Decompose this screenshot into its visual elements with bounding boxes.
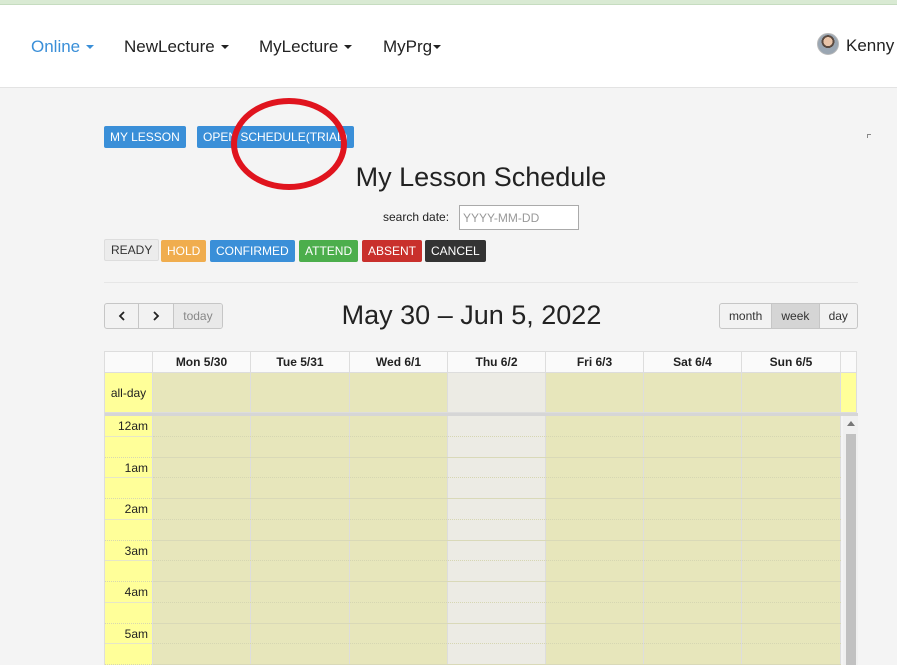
- time-axis: 12am 1am 2am 3am 4am 5am: [105, 416, 153, 665]
- time-slot-half: [105, 520, 152, 541]
- time-slot-half: [105, 644, 152, 665]
- week-calendar: Mon 5/30 Tue 5/31 Wed 6/1 Thu 6/2 Fri 6/…: [104, 351, 858, 665]
- status-absent: ABSENT: [362, 240, 423, 262]
- nav-mylecture[interactable]: MyLecture: [259, 37, 353, 57]
- slot-line: [153, 456, 841, 458]
- day-column[interactable]: [350, 416, 448, 665]
- time-slot: 3am: [105, 541, 152, 562]
- chevron-down-icon: [220, 44, 229, 49]
- all-day-cell[interactable]: [350, 373, 448, 413]
- day-header: Sat 6/4: [644, 351, 742, 373]
- view-day-button[interactable]: day: [820, 304, 857, 328]
- divider: [104, 282, 858, 283]
- time-label: 1am: [124, 460, 148, 475]
- nav-mylecture-label: MyLecture: [259, 37, 339, 56]
- header-corner: [105, 351, 153, 373]
- search-date-input[interactable]: [459, 205, 579, 230]
- all-day-label: all-day: [105, 373, 153, 413]
- slot-line: [153, 643, 841, 645]
- slot-line: [153, 539, 841, 541]
- top-navbar: Online NewLecture MyLecture MyPrg Kenny: [0, 5, 897, 88]
- slot-line: [153, 601, 841, 603]
- slot-line: [153, 560, 841, 562]
- view-week-button[interactable]: week: [772, 304, 820, 328]
- time-slot: 12am: [105, 416, 152, 437]
- all-day-row: all-day: [105, 373, 857, 413]
- my-lesson-button[interactable]: MY LESSON: [104, 126, 186, 148]
- all-day-cell[interactable]: [153, 373, 251, 413]
- day-header: Tue 5/31: [251, 351, 350, 373]
- header-scroll-gap: [841, 351, 857, 373]
- time-slot-half: [105, 478, 152, 499]
- scroll-thumb[interactable]: [846, 434, 856, 665]
- nav-newlecture[interactable]: NewLecture: [124, 37, 229, 57]
- time-slot: 1am: [105, 458, 152, 479]
- all-day-cell[interactable]: [251, 373, 350, 413]
- day-header-row: Mon 5/30 Tue 5/31 Wed 6/1 Thu 6/2 Fri 6/…: [105, 351, 857, 373]
- nav-online-label: Online: [31, 37, 81, 56]
- calendar-scrollbar[interactable]: [843, 416, 858, 665]
- day-column-today[interactable]: [448, 416, 546, 665]
- corner-mark-icon: [867, 134, 871, 138]
- page-title: My Lesson Schedule: [355, 162, 607, 192]
- all-day-cell[interactable]: [742, 373, 841, 413]
- day-column[interactable]: [153, 416, 251, 665]
- view-month-button[interactable]: month: [720, 304, 773, 328]
- nav-myprg-label: MyPrg: [383, 37, 433, 56]
- time-label: 2am: [124, 502, 148, 516]
- time-slot-half: [105, 603, 152, 624]
- slot-line: [153, 477, 841, 479]
- day-column[interactable]: [742, 416, 841, 665]
- scroll-up-arrow-icon[interactable]: [847, 421, 855, 426]
- day-header: Sun 6/5: [742, 351, 841, 373]
- time-label: 5am: [124, 626, 148, 641]
- time-label: 12am: [117, 419, 148, 433]
- status-attend: ATTEND: [299, 240, 359, 262]
- all-day-cell-today[interactable]: [448, 373, 546, 413]
- user-name[interactable]: Kenny: [846, 36, 894, 56]
- slot-line: [153, 498, 841, 499]
- search-date-label: search date:: [383, 210, 450, 224]
- chevron-down-icon: [344, 44, 353, 49]
- slot-line: [153, 581, 841, 582]
- chevron-down-icon: [86, 44, 95, 49]
- nav-myprg[interactable]: MyPrg: [383, 37, 442, 57]
- day-column[interactable]: [644, 416, 742, 665]
- time-slot-half: [105, 561, 152, 582]
- day-header: Mon 5/30: [153, 351, 251, 373]
- status-cancel: CANCEL: [425, 240, 486, 262]
- time-slot: 2am: [105, 499, 152, 520]
- nav-newlecture-label: NewLecture: [124, 37, 215, 56]
- avatar[interactable]: [817, 33, 839, 55]
- status-confirmed: CONFIRMED: [210, 240, 295, 262]
- time-slot: 5am: [105, 624, 152, 645]
- chevron-down-icon: [433, 44, 442, 49]
- time-label: 3am: [124, 543, 148, 558]
- slot-line: [153, 518, 841, 520]
- day-header: Wed 6/1: [350, 351, 448, 373]
- view-switch-group: month week day: [719, 303, 858, 329]
- status-ready: READY: [104, 239, 160, 261]
- day-column[interactable]: [546, 416, 644, 665]
- all-day-cell[interactable]: [644, 373, 742, 413]
- all-day-scroll-gap: [841, 373, 857, 413]
- status-hold: HOLD: [161, 240, 207, 262]
- nav-online[interactable]: Online: [31, 37, 95, 57]
- time-slot-half: [105, 437, 152, 458]
- day-column[interactable]: [251, 416, 350, 665]
- day-header: Fri 6/3: [546, 351, 644, 373]
- slot-line: [153, 435, 841, 437]
- all-day-cell[interactable]: [546, 373, 644, 413]
- time-slot: 4am: [105, 582, 152, 603]
- slot-line: [153, 622, 841, 624]
- time-label: 4am: [124, 585, 148, 599]
- day-header: Thu 6/2: [448, 351, 546, 373]
